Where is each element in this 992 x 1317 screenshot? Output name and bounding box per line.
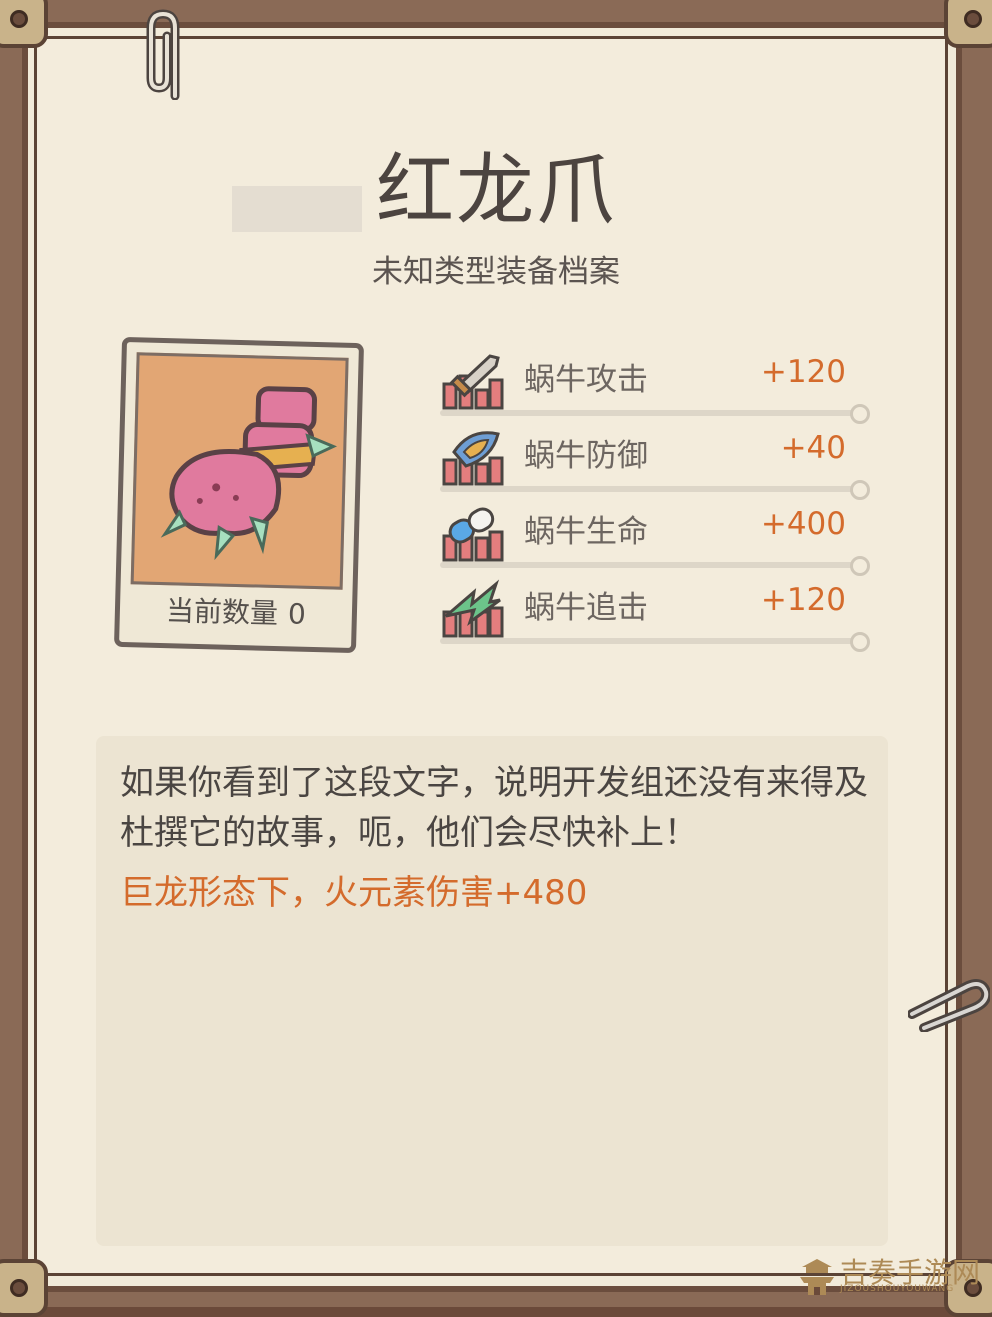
item-art (130, 352, 349, 590)
stat-divider (440, 638, 858, 644)
stat-knob (850, 404, 870, 424)
watermark-sub: JIZOUSHOUYOUWANG (840, 1284, 955, 1294)
stat-row-attack: 蜗牛攻击 +120 (440, 350, 880, 424)
stat-name: 蜗牛生命 (524, 514, 648, 550)
item-card[interactable]: 当前数量 0 (113, 336, 365, 654)
stat-knob (850, 556, 870, 576)
stat-divider (440, 410, 858, 416)
item-title: 红龙爪 (375, 146, 616, 236)
corner-bolt-icon (0, 0, 48, 48)
stat-value: +120 (760, 354, 846, 390)
stat-name: 蜗牛防御 (524, 438, 648, 474)
stat-row-defense: 蜗牛防御 +40 (440, 426, 880, 500)
stat-value: +400 (760, 506, 846, 542)
stat-row-pursuit: 蜗牛追击 +120 (440, 578, 880, 652)
pagoda-logo-icon (800, 1259, 834, 1295)
description-text: 如果你看到了这段文字，说明开发组还没有来得及杜撰它的故事，呃，他们会尽快补上！ (120, 763, 868, 853)
item-subtitle: 未知类型装备档案 (372, 254, 620, 290)
life-pill-icon (442, 507, 504, 562)
paper-clip-icon (908, 979, 990, 1032)
stat-name: 蜗牛追击 (524, 590, 648, 626)
paper-clip-icon (146, 9, 180, 100)
stat-value: +120 (760, 582, 846, 618)
count-label: 当前数量 0 (119, 588, 352, 634)
stat-name: 蜗牛攻击 (524, 362, 648, 398)
panel-frame: 红龙爪 未知类型装备档案 当前数量 0 蜗牛攻击 +120 蜗牛防御 +40 蜗… (0, 0, 992, 1317)
stat-knob (850, 632, 870, 652)
watermark: 吉奏手游网 JIZOUSHOUYOUWANG (794, 1251, 984, 1303)
stat-row-life: 蜗牛生命 +400 (440, 502, 880, 576)
count-label-text: 当前数量 (165, 594, 279, 631)
red-dragon-claw-icon (160, 386, 338, 561)
attack-sword-icon (442, 354, 504, 410)
stat-divider (440, 562, 858, 568)
effect-text: 巨龙形态下，火元素伤害+480 (120, 873, 588, 913)
count-value: 0 (287, 597, 307, 631)
defense-shield-icon (442, 431, 504, 486)
stat-knob (850, 480, 870, 500)
corner-bolt-icon (944, 0, 992, 48)
stat-value: +40 (780, 430, 846, 466)
stat-divider (440, 486, 858, 492)
corner-bolt-icon (0, 1259, 48, 1317)
pursuit-lightning-icon (442, 579, 504, 638)
